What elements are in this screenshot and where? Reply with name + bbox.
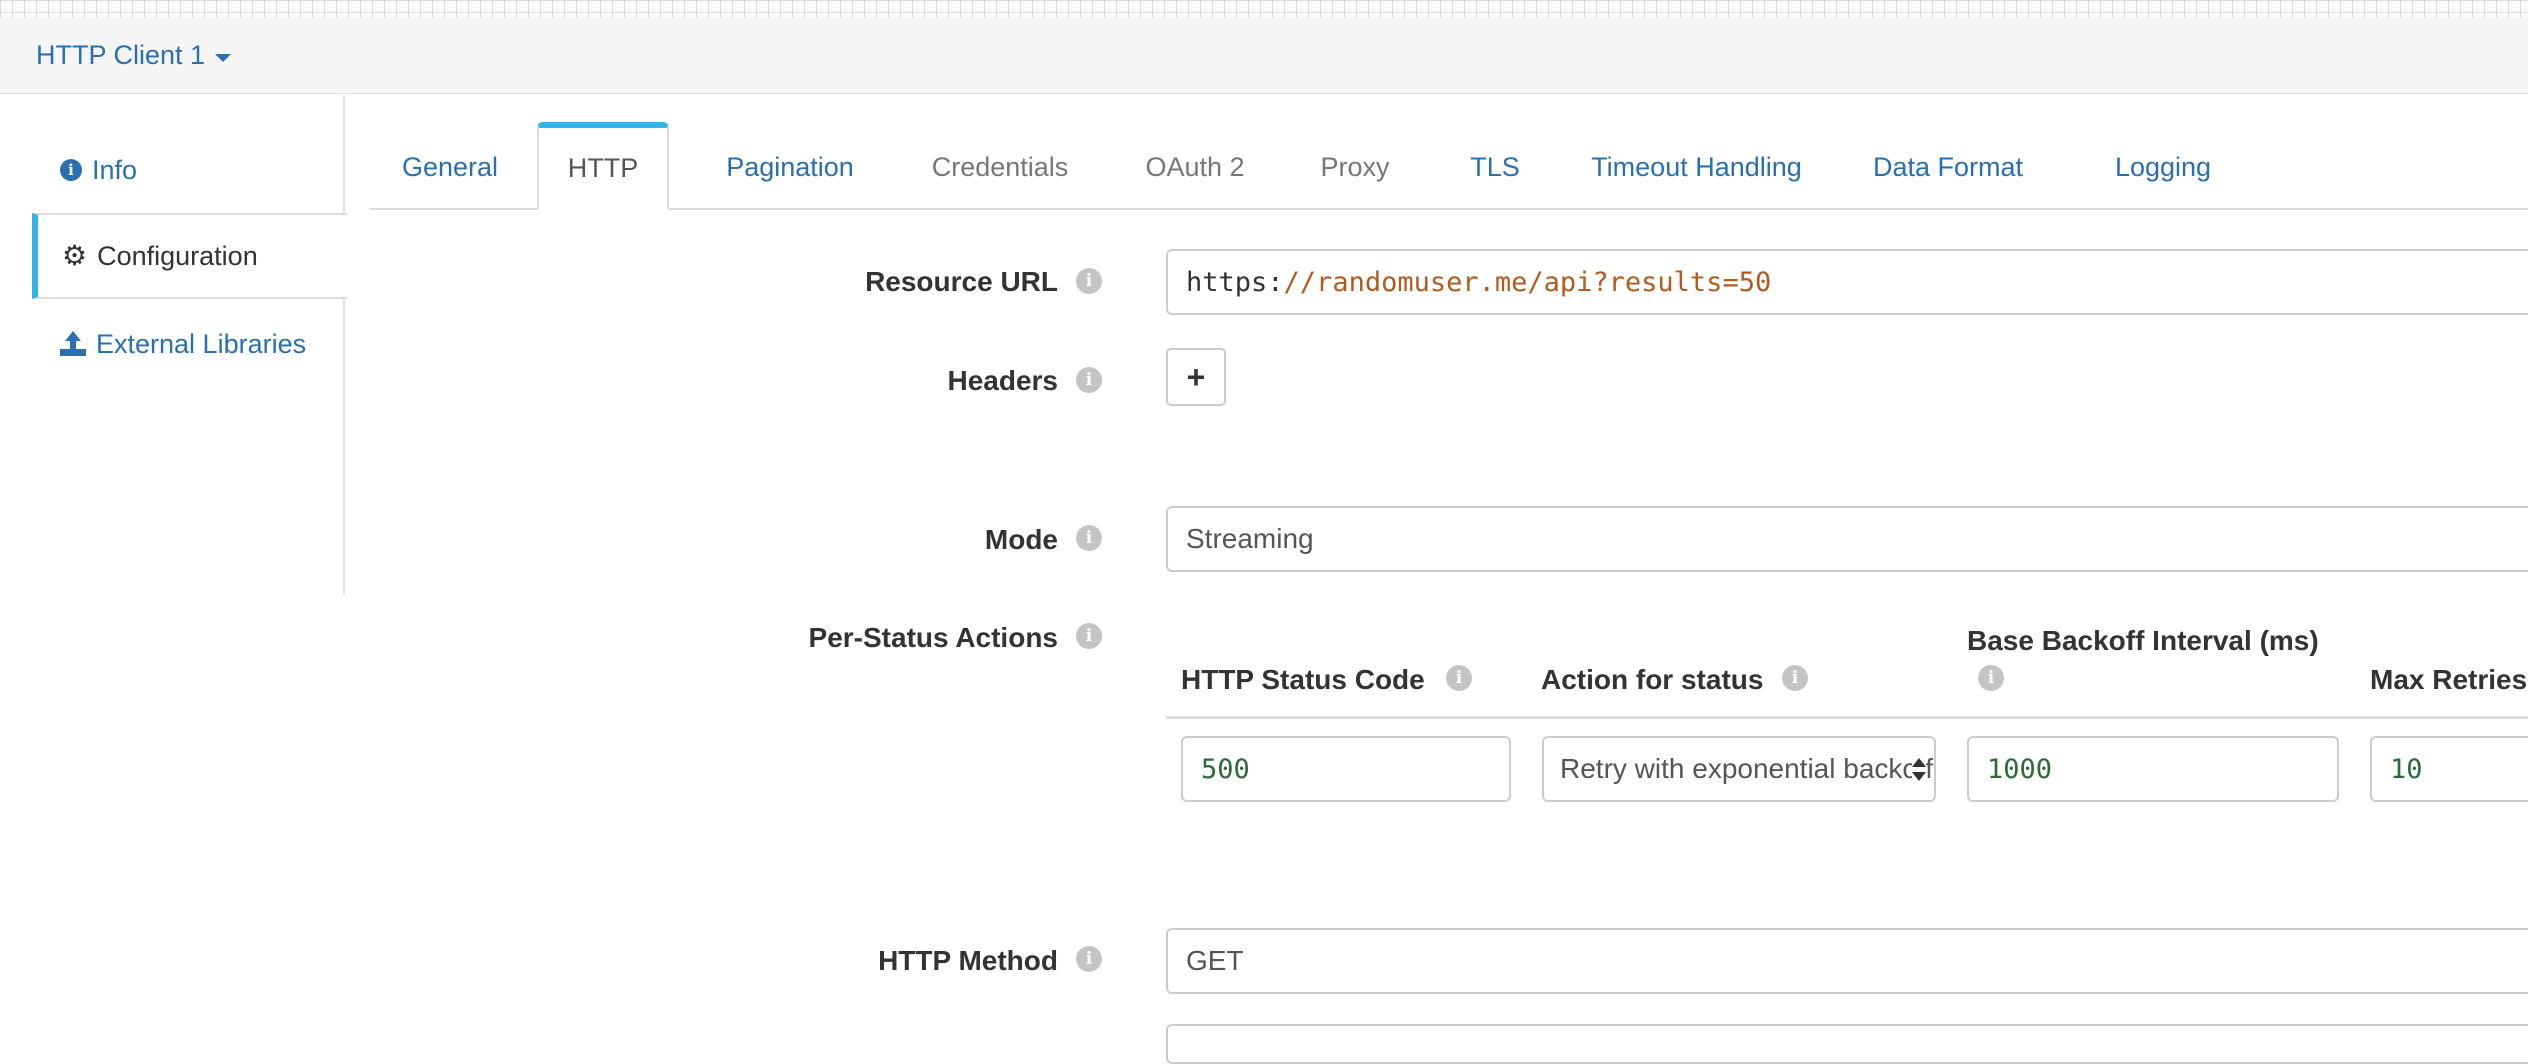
table-divider bbox=[1166, 716, 2528, 719]
info-icon[interactable]: i bbox=[1076, 367, 1102, 393]
info-icon[interactable]: i bbox=[1076, 525, 1102, 551]
per-status-actions-label: Per-Status Actions bbox=[808, 622, 1058, 653]
column-header-max-retries: Max Retries bbox=[2370, 664, 2528, 695]
info-icon[interactable]: i bbox=[1076, 623, 1102, 649]
column-header-backoff: Base Backoff Interval (ms) bbox=[1967, 625, 2319, 656]
tab-credentials[interactable]: Credentials bbox=[890, 124, 1110, 210]
url-path: //randomuser.me/api?results=50 bbox=[1283, 266, 1772, 298]
canvas-grid-strip bbox=[0, 0, 2528, 18]
column-header-action: Action for status bbox=[1541, 664, 1764, 695]
mode-select[interactable]: Streaming bbox=[1166, 506, 2528, 572]
tab-label: Credentials bbox=[931, 151, 1069, 182]
stage-header: HTTP Client 1 bbox=[0, 18, 2528, 94]
info-icon[interactable]: i bbox=[1446, 665, 1472, 691]
tab-label: TLS bbox=[1470, 151, 1520, 182]
tab-label: General bbox=[401, 151, 499, 182]
url-scheme: https: bbox=[1186, 266, 1284, 298]
mode-value: Streaming bbox=[1186, 523, 1314, 554]
tab-pagination[interactable]: Pagination bbox=[690, 124, 890, 210]
caret-down-icon bbox=[215, 53, 232, 62]
add-header-button[interactable]: + bbox=[1166, 348, 1226, 406]
gear-icon: ⚙ bbox=[62, 240, 88, 271]
tab-proxy[interactable]: Proxy bbox=[1280, 124, 1430, 210]
http-method-label: HTTP Method bbox=[878, 945, 1058, 976]
tab-label: Logging bbox=[2114, 151, 2212, 182]
backoff-value: 1000 bbox=[1987, 753, 2053, 785]
tab-tls[interactable]: TLS bbox=[1430, 124, 1560, 210]
info-icon[interactable]: i bbox=[1978, 665, 2004, 691]
tab-label: HTTP bbox=[567, 152, 639, 183]
sidebar-item-label: Configuration bbox=[97, 240, 258, 271]
sidebar-item-configuration[interactable]: ⚙ Configuration bbox=[32, 213, 347, 299]
info-circle-icon: i bbox=[60, 159, 82, 181]
sidebar-item-label: External Libraries bbox=[96, 328, 307, 359]
tab-logging[interactable]: Logging bbox=[2063, 124, 2263, 210]
sidebar-item-label: Info bbox=[92, 154, 138, 185]
select-arrows-icon bbox=[1912, 758, 1926, 784]
stage-title-dropdown[interactable]: HTTP Client 1 bbox=[36, 40, 232, 71]
backoff-interval-input[interactable]: 1000 bbox=[1967, 736, 2339, 802]
resource-url-label: Resource URL bbox=[865, 266, 1058, 297]
column-header-status-code: HTTP Status Code bbox=[1181, 664, 1425, 695]
max-retries-value: 10 bbox=[2390, 753, 2423, 785]
tab-label: Timeout Handling bbox=[1591, 151, 1802, 182]
max-retries-input[interactable]: 10 bbox=[2370, 736, 2528, 802]
tab-data-format[interactable]: Data Format bbox=[1833, 124, 2063, 210]
action-value: Retry with exponential backoff bbox=[1560, 753, 1934, 784]
info-icon[interactable]: i bbox=[1782, 665, 1808, 691]
tab-timeout-handling[interactable]: Timeout Handling bbox=[1560, 124, 1833, 210]
config-sidebar: i Info ⚙ Configuration External Librarie… bbox=[0, 95, 347, 595]
next-field-partial[interactable] bbox=[1166, 1024, 2528, 1064]
tab-label: Proxy bbox=[1320, 151, 1390, 182]
tab-label: OAuth 2 bbox=[1145, 151, 1245, 182]
tab-http[interactable]: HTTP bbox=[537, 122, 669, 210]
tab-oauth2[interactable]: OAuth 2 bbox=[1110, 124, 1280, 210]
status-code-value: 500 bbox=[1201, 753, 1250, 785]
tab-general[interactable]: General bbox=[370, 124, 530, 210]
action-for-status-select[interactable]: Retry with exponential backoff bbox=[1542, 736, 1936, 802]
http-method-value: GET bbox=[1186, 945, 1244, 976]
info-icon[interactable]: i bbox=[1076, 268, 1102, 294]
sidebar-item-info[interactable]: i Info bbox=[32, 127, 345, 213]
mode-label: Mode bbox=[984, 524, 1058, 555]
stage-title-label: HTTP Client 1 bbox=[36, 40, 206, 70]
tab-label: Data Format bbox=[1872, 151, 2024, 182]
sidebar-item-external-libraries[interactable]: External Libraries bbox=[32, 301, 345, 387]
upload-icon bbox=[60, 331, 86, 357]
status-code-input[interactable]: 500 bbox=[1181, 736, 1511, 802]
http-method-select[interactable]: GET bbox=[1166, 928, 2528, 994]
tab-label: Pagination bbox=[726, 151, 854, 182]
resource-url-input[interactable]: https://randomuser.me/api?results=50 bbox=[1166, 249, 2528, 315]
info-icon[interactable]: i bbox=[1076, 946, 1102, 972]
headers-label: Headers bbox=[947, 365, 1058, 396]
config-tabs: General HTTP Pagination Credentials OAut… bbox=[370, 122, 2528, 210]
